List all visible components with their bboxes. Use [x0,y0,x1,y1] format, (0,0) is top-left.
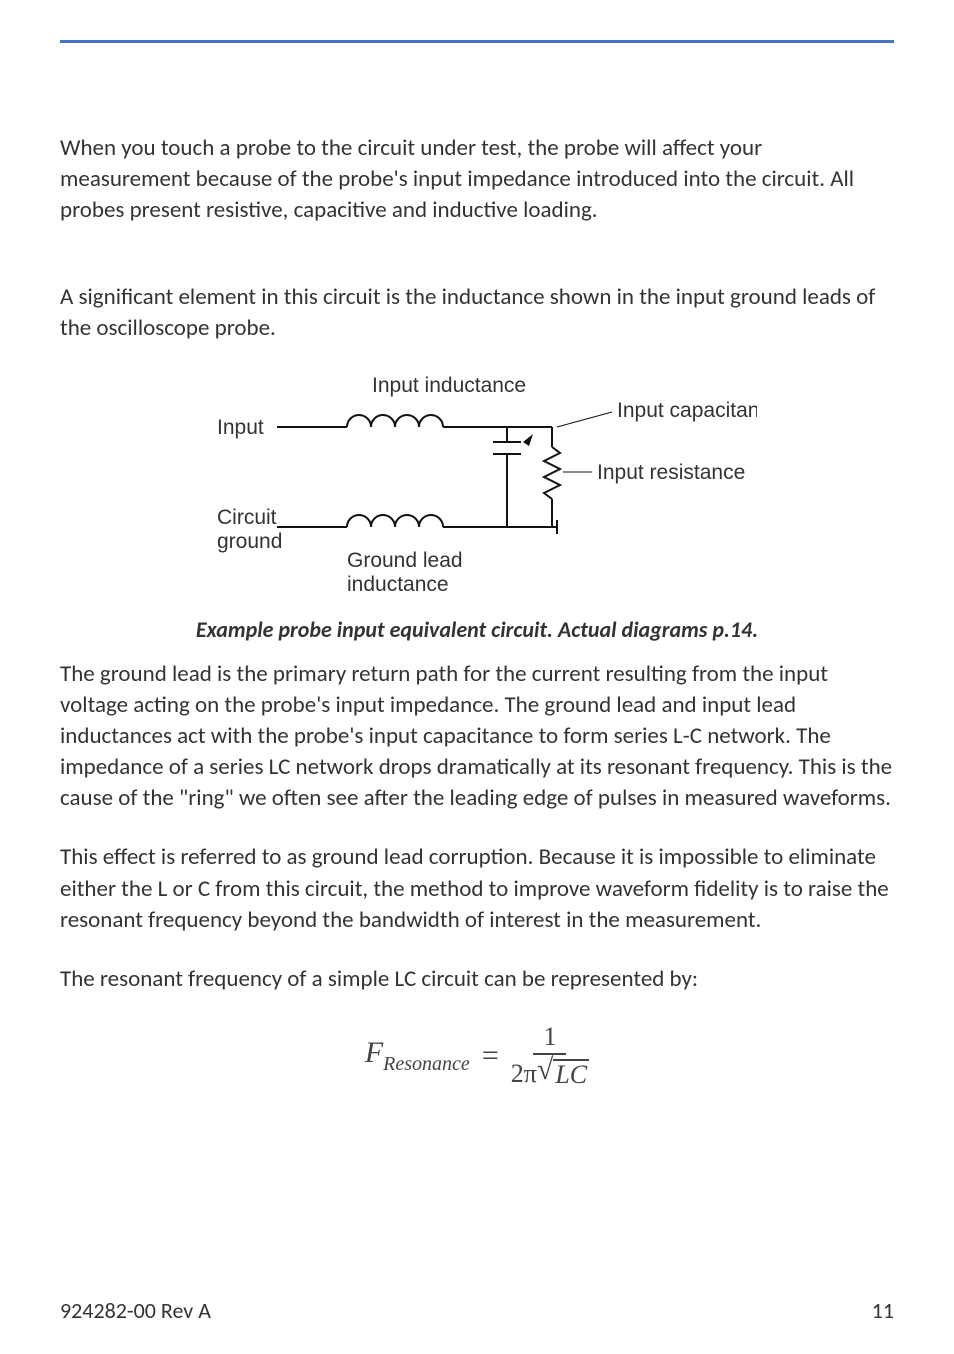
label-input-capacitance: Input capacitance [617,399,757,422]
label-input-resistance: Input resistance [597,461,745,484]
label-input: Input [217,416,264,439]
label-inductance: inductance [347,573,449,596]
circuit-svg: Input inductance Input Input capacitance… [197,372,757,602]
formula-sub: Resonance [383,1053,470,1075]
resonance-formula: FResonance = 1 2π √ LC [60,1023,894,1090]
formula-numerator: 1 [533,1023,566,1056]
paragraph-4: This effect is referred to as ground lea… [60,842,894,935]
label-ground-lead: Ground lead [347,549,463,572]
formula-F: F [365,1036,383,1069]
formula-LC: LC [553,1059,589,1090]
header-rule [60,40,894,43]
circuit-diagram: Input inductance Input Input capacitance… [60,372,894,602]
label-ground: ground [217,530,282,553]
doc-id: 924282-00 Rev A [60,1297,211,1324]
page-footer: 924282-00 Rev A 11 [60,1297,894,1324]
page-number: 11 [872,1297,894,1324]
figure-caption: Example probe input equivalent circuit. … [60,616,894,643]
label-circuit: Circuit [217,506,277,529]
formula-equals: = [482,1039,499,1073]
paragraph-5: The resonant frequency of a simple LC ci… [60,964,894,995]
paragraph-1: When you touch a probe to the circuit un… [60,133,894,226]
formula-2pi: 2π [511,1060,537,1089]
paragraph-2: A significant element in this circuit is… [60,282,894,344]
label-input-inductance: Input inductance [372,374,526,397]
paragraph-3: The ground lead is the primary return pa… [60,659,894,814]
